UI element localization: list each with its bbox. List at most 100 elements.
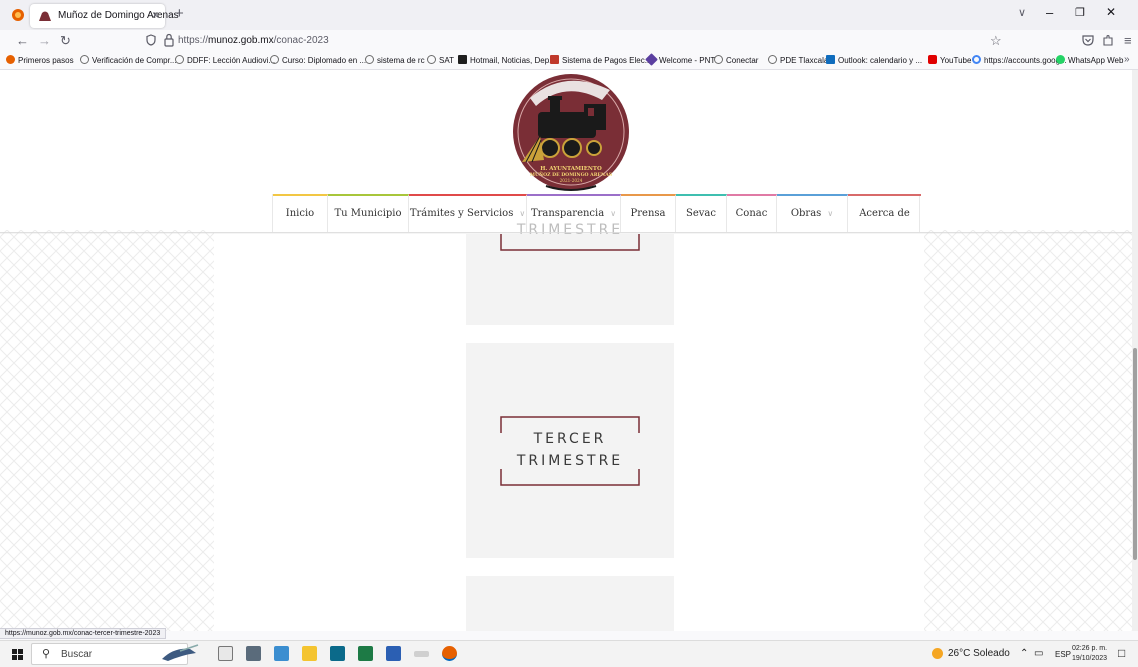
card-title-line2: TRIMESTRE	[516, 453, 624, 469]
bookmark-star-icon[interactable]: ☆	[990, 33, 1002, 49]
menu-hamburger-icon[interactable]: ≡	[1124, 33, 1132, 48]
whatsapp-icon	[1056, 55, 1065, 64]
globe-icon	[80, 55, 89, 64]
bookmark-item[interactable]: https://accounts.goog...	[972, 55, 1067, 65]
network-icon[interactable]: ▭	[1034, 648, 1043, 659]
bookmark-item[interactable]: Conectar	[714, 55, 758, 65]
msn-icon	[458, 55, 467, 64]
bookmark-item[interactable]: YouTube	[928, 55, 971, 65]
bookmark-item[interactable]: DDFF: Lección Audiovi...	[175, 55, 275, 65]
firefox-icon	[6, 55, 15, 64]
bookmark-item[interactable]: Outlook: calendario y ...	[826, 55, 922, 65]
search-icon: ⚲	[42, 648, 51, 660]
card-title: TRIMESTRE	[516, 222, 624, 238]
bookmark-item[interactable]: WhatsApp Web	[1056, 55, 1123, 65]
store-icon[interactable]	[330, 646, 345, 661]
word-icon[interactable]	[386, 646, 401, 661]
globe-icon	[175, 55, 184, 64]
background-pattern	[924, 230, 1138, 631]
bookmarks-overflow-icon[interactable]: »	[1124, 54, 1130, 65]
clock[interactable]: 02:26 p. m. 19/10/2023	[1072, 644, 1107, 664]
back-icon[interactable]: ←	[16, 33, 29, 48]
new-tab-button[interactable]: +	[175, 5, 184, 22]
excel-icon[interactable]	[358, 646, 373, 661]
background-pattern	[0, 230, 214, 631]
menu-item-obras[interactable]: Obras ∨	[777, 194, 848, 232]
bookmark-item[interactable]: Sistema de Pagos Elec...	[550, 55, 651, 65]
weather-icon[interactable]	[932, 648, 943, 659]
app-icon[interactable]	[414, 651, 429, 657]
bookmark-item[interactable]: SAT	[427, 55, 454, 65]
dropdown-caret-icon: ∨	[827, 209, 834, 218]
bookmark-item[interactable]: Curso: Diplomado en ...	[270, 55, 366, 65]
url-text[interactable]: https://munoz.gob.mx/conac-2023	[178, 35, 329, 46]
forward-icon[interactable]: →	[38, 33, 51, 48]
calculator-icon[interactable]	[246, 646, 261, 661]
browser-tab[interactable]: Muñoz de Domingo Arenas ×	[30, 4, 179, 28]
status-link-preview: https://munoz.gob.mx/conac-tercer-trimes…	[0, 628, 167, 639]
site-favicon	[39, 11, 51, 21]
trimestre-card[interactable]: TERCER TRIMESTRE	[466, 343, 674, 558]
menu-item-tu-municipio[interactable]: Tu Municipio	[328, 194, 409, 232]
clock-date: 19/10/2023	[1072, 655, 1108, 662]
restore-icon[interactable]: ❐	[1075, 6, 1085, 19]
navigation-toolbar: ← → ↻ https://munoz.gob.mx/conac-2023 ☆ …	[0, 30, 1138, 52]
web-page: H. AYUNTAMIENTO MUÑOZ DE DOMINGO ARENAS …	[0, 70, 1138, 631]
url-bar[interactable]: https://munoz.gob.mx/conac-2023 ☆	[140, 31, 1010, 51]
tab-bar: Muñoz de Domingo Arenas × + ∨ – ❐ ✕	[0, 0, 1138, 30]
search-placeholder: Buscar	[61, 649, 93, 660]
menu-item-acerca-de[interactable]: Acerca de	[848, 194, 921, 232]
notifications-icon[interactable]: □	[1118, 646, 1125, 660]
tab-close-icon[interactable]: ×	[152, 8, 159, 22]
mail-icon[interactable]	[274, 646, 289, 661]
bookmarks-toolbar: Primeros pasos Verificación de Compr... …	[0, 52, 1138, 70]
firefox-view-icon[interactable]	[10, 8, 26, 22]
pocket-icon[interactable]	[1082, 34, 1094, 46]
globe-icon	[270, 55, 279, 64]
logo-text-line3: 2021-2024	[560, 178, 583, 183]
header-divider	[0, 232, 1138, 234]
trimestre-card[interactable]	[466, 576, 674, 631]
youtube-icon	[928, 55, 937, 64]
globe-icon	[768, 55, 777, 64]
globe-icon	[427, 55, 436, 64]
shield-icon[interactable]	[146, 34, 156, 46]
menu-item-conac[interactable]: Conac	[727, 194, 777, 232]
bookmark-item[interactable]: PDE Tlaxcala	[768, 55, 828, 65]
dropdown-caret-icon: ∨	[610, 209, 617, 218]
tray-chevron-icon[interactable]: ⌃	[1020, 648, 1028, 659]
windows-start-icon[interactable]	[12, 649, 23, 660]
minimize-icon[interactable]: –	[1046, 5, 1053, 20]
language-indicator[interactable]: ESP	[1055, 650, 1071, 659]
google-icon	[972, 55, 981, 64]
extensions-icon[interactable]	[1102, 34, 1114, 46]
globe-icon	[714, 55, 723, 64]
card-title-line1: TERCER	[533, 431, 607, 447]
globe-icon	[365, 55, 374, 64]
list-tabs-icon[interactable]: ∨	[1018, 6, 1026, 19]
menu-item-inicio[interactable]: Inicio	[273, 194, 328, 232]
bookmark-item[interactable]: Verificación de Compr...	[80, 55, 176, 65]
bank-icon	[550, 55, 559, 64]
bookmark-item[interactable]: Hotmail, Noticias, Dep...	[458, 55, 556, 65]
clock-time: 02:26 p. m.	[1072, 645, 1108, 652]
windows-taskbar: ⚲ Buscar 26°C Soleado ⌃ ▭ ESP 02:26 p. m…	[0, 640, 1138, 667]
search-highlight-icon	[162, 644, 199, 661]
reload-icon[interactable]: ↻	[60, 33, 71, 49]
scrollbar-thumb[interactable]	[1133, 348, 1137, 560]
pnt-icon	[645, 53, 658, 66]
trimestre-card[interactable]: TRIMESTRE	[466, 222, 674, 325]
bookmark-item[interactable]: Welcome - PNT	[645, 53, 715, 66]
bookmark-item[interactable]: Primeros pasos	[6, 55, 74, 65]
close-window-icon[interactable]: ✕	[1106, 5, 1116, 19]
weather-text[interactable]: 26°C Soleado	[948, 648, 1010, 659]
municipality-logo[interactable]: H. AYUNTAMIENTO MUÑOZ DE DOMINGO ARENAS …	[510, 70, 632, 194]
bookmark-item[interactable]: sistema de rc	[365, 55, 425, 65]
menu-item-sevac[interactable]: Sevac	[676, 194, 727, 232]
logo-text-line2: MUÑOZ DE DOMINGO ARENAS	[530, 171, 613, 178]
firefox-taskbar-icon[interactable]	[442, 646, 457, 661]
tab-title: Muñoz de Domingo Arenas	[58, 10, 179, 21]
lock-icon[interactable]	[164, 33, 174, 47]
task-view-icon[interactable]	[218, 646, 233, 661]
file-explorer-icon[interactable]	[302, 646, 317, 661]
